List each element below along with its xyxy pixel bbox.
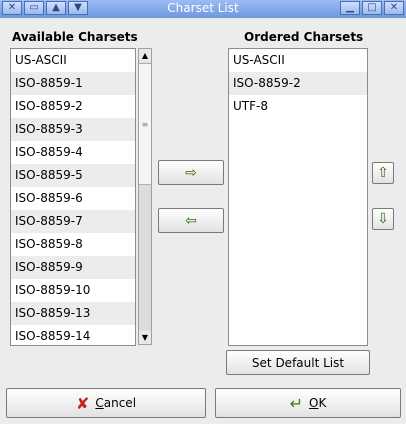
list-item[interactable]: US-ASCII [11, 49, 135, 72]
available-charsets-list[interactable]: US-ASCII ISO-8859-1 ISO-8859-2 ISO-8859-3 IS… [10, 48, 136, 346]
title-bar: ✕ ▭ ▲ ▼ Charset List ▁ □ ✕ [0, 0, 406, 18]
set-default-list-button[interactable]: Set Default List [226, 350, 370, 375]
list-item[interactable]: ISO-8859-5 [11, 164, 135, 187]
list-item[interactable]: ISO-8859-6 [11, 187, 135, 210]
ok-arrow-icon: ↵ [289, 393, 304, 413]
list-item[interactable]: ISO-8859-8 [11, 233, 135, 256]
list-item[interactable]: ISO-8859-4 [11, 141, 135, 164]
list-item[interactable]: ISO-8859-2 [229, 72, 367, 95]
available-charsets-label: Available Charsets [12, 30, 138, 44]
scroll-down-icon[interactable]: ▼ [139, 331, 151, 344]
list-item[interactable]: ISO-8859-7 [11, 210, 135, 233]
list-item[interactable]: ISO-8859-13 [11, 302, 135, 325]
ordered-charsets-list[interactable]: US-ASCII ISO-8859-2 UTF-8 [228, 48, 368, 346]
list-item[interactable]: ISO-8859-1 [11, 72, 135, 95]
list-item[interactable]: ISO-8859-14 [11, 325, 135, 345]
ok-button[interactable]: ↵ OK [215, 388, 401, 418]
list-item[interactable]: US-ASCII [229, 49, 367, 72]
cancel-icon: ✘ [75, 393, 90, 413]
list-item[interactable]: UTF-8 [229, 95, 367, 118]
move-down-button[interactable]: ⇩ [372, 208, 394, 230]
minimize-icon[interactable]: ▁ [340, 1, 360, 15]
list-item[interactable]: ISO-8859-2 [11, 95, 135, 118]
maximize-icon[interactable]: □ [362, 1, 382, 15]
remove-charset-button[interactable]: ⇦ [158, 208, 224, 233]
ok-label: OK [309, 396, 327, 410]
arrow-left-icon: ⇦ [185, 212, 197, 229]
arrow-right-icon: ⇨ [185, 164, 197, 181]
cancel-button[interactable]: ✘ Cancel [6, 388, 206, 418]
ordered-charsets-label: Ordered Charsets [244, 30, 364, 44]
title-bar-right-controls: ▁ □ ✕ [340, 1, 404, 15]
move-up-button[interactable]: ⇧ [372, 162, 394, 184]
list-item[interactable]: ISO-8859-10 [11, 279, 135, 302]
arrow-down-icon: ⇩ [377, 211, 389, 227]
dialog-body: Available Charsets Ordered Charsets US-A… [0, 18, 406, 424]
list-item[interactable]: ISO-8859-9 [11, 256, 135, 279]
available-list-scrollbar[interactable]: ▲ ≡ ▼ [138, 48, 152, 345]
arrow-up-icon: ⇧ [377, 165, 389, 181]
close-icon[interactable]: ✕ [384, 1, 404, 15]
cancel-label: Cancel [95, 396, 137, 410]
scroll-thumb[interactable]: ≡ [139, 63, 151, 185]
scroll-up-icon[interactable]: ▲ [139, 49, 151, 62]
add-charset-button[interactable]: ⇨ [158, 160, 224, 185]
list-item[interactable]: ISO-8859-3 [11, 118, 135, 141]
